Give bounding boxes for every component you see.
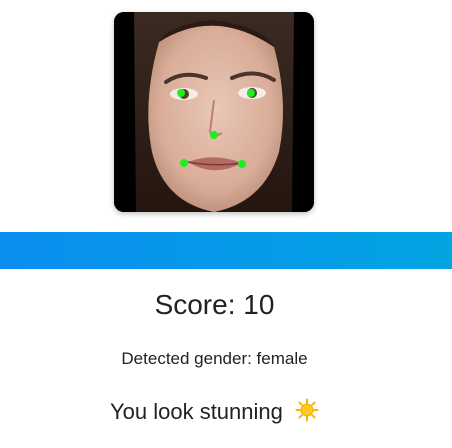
score-progress-fill: [0, 232, 452, 269]
face-image: [114, 12, 314, 212]
detected-gender-label: Detected gender: female: [121, 349, 308, 368]
landmark-left-eye: [177, 89, 185, 97]
page: Score: 10 Detected gender: female You lo…: [0, 0, 452, 448]
face-photo: [114, 12, 314, 212]
result-message: You look stunning: [0, 398, 429, 428]
result-message-text: You look stunning: [109, 399, 283, 424]
landmark-mouth-right: [238, 160, 246, 168]
sun-emoji-icon: [295, 398, 319, 428]
landmark-nose: [210, 131, 218, 139]
score-progress-bar: [0, 232, 452, 269]
landmark-right-eye: [247, 89, 255, 97]
landmark-mouth-left: [180, 159, 188, 167]
score-label: Score: 10: [154, 289, 275, 320]
